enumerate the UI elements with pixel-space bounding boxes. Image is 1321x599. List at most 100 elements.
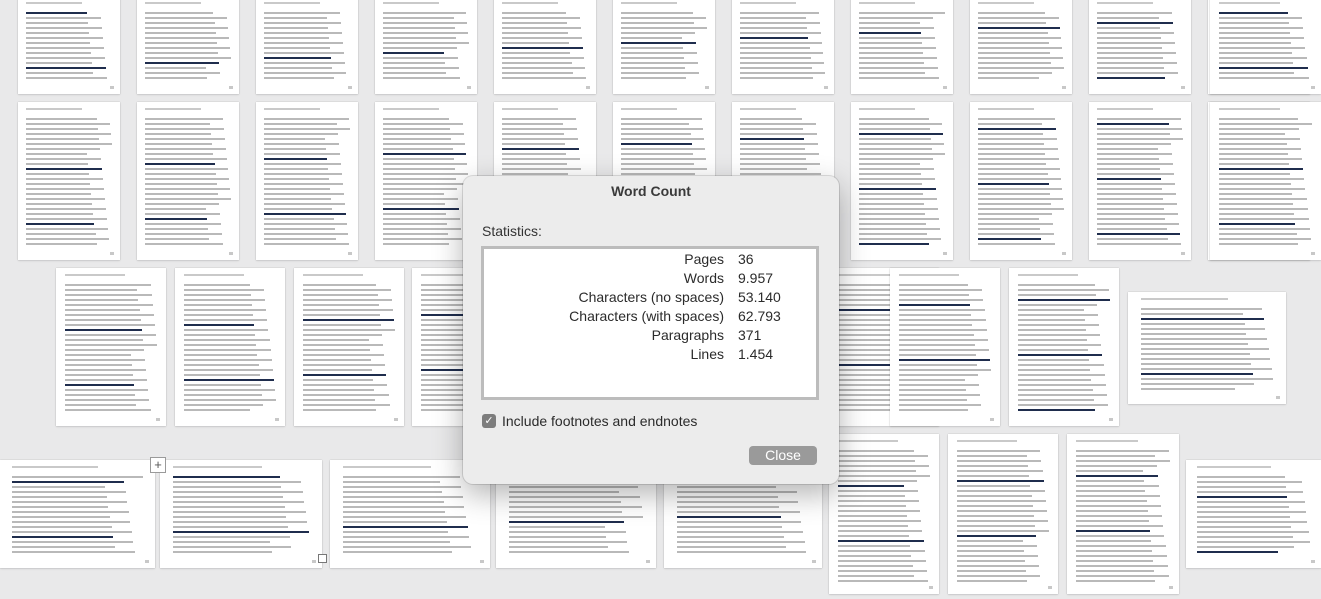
page-thumbnail[interactable] bbox=[256, 0, 358, 94]
text-line bbox=[145, 57, 231, 59]
page-number bbox=[1048, 586, 1052, 589]
page-thumbnail[interactable] bbox=[0, 460, 155, 568]
text-line bbox=[383, 223, 448, 225]
page-number bbox=[348, 252, 352, 255]
text-line bbox=[12, 551, 135, 553]
page-thumbnail[interactable] bbox=[970, 0, 1072, 94]
checkmark-icon[interactable]: ✓ bbox=[482, 414, 496, 428]
add-icon[interactable]: + bbox=[150, 457, 166, 473]
text-line bbox=[1218, 158, 1303, 160]
text-line bbox=[621, 163, 694, 165]
text-line bbox=[264, 208, 333, 210]
text-line bbox=[740, 57, 811, 59]
page-thumbnail[interactable] bbox=[175, 268, 285, 426]
text-line bbox=[956, 565, 1040, 567]
page-thumbnail[interactable] bbox=[137, 0, 239, 94]
page-thumbnail[interactable] bbox=[18, 0, 120, 94]
page-thumbnail[interactable] bbox=[890, 268, 1000, 426]
text-line bbox=[859, 37, 935, 39]
text-line bbox=[978, 153, 1046, 155]
page-thumbnail[interactable] bbox=[732, 0, 834, 94]
text-line bbox=[383, 22, 467, 24]
text-line bbox=[978, 123, 1043, 125]
resize-handle[interactable] bbox=[318, 554, 327, 563]
text-line bbox=[145, 218, 208, 220]
text-line bbox=[1075, 455, 1156, 457]
text-line bbox=[956, 510, 1047, 512]
page-thumbnail[interactable] bbox=[1009, 268, 1119, 426]
page-thumbnail[interactable] bbox=[494, 0, 596, 94]
text-line bbox=[502, 62, 572, 64]
page-thumbnail[interactable] bbox=[56, 268, 166, 426]
page-thumbnail[interactable] bbox=[137, 102, 239, 260]
text-line bbox=[859, 213, 926, 215]
text-line bbox=[264, 178, 330, 180]
page-thumbnail[interactable] bbox=[375, 102, 477, 260]
include-footnotes-label[interactable]: Include footnotes and endnotes bbox=[502, 413, 697, 429]
text-line bbox=[1218, 12, 1288, 14]
text-line bbox=[978, 203, 1051, 205]
page-thumbnail[interactable] bbox=[256, 102, 358, 260]
text-line bbox=[621, 62, 698, 64]
page-thumbnail[interactable] bbox=[1128, 292, 1286, 404]
page-header-line bbox=[502, 108, 559, 110]
text-line bbox=[502, 42, 570, 44]
text-line bbox=[1017, 294, 1096, 296]
text-line bbox=[898, 349, 989, 351]
text-line bbox=[1140, 348, 1269, 350]
page-thumbnail[interactable] bbox=[18, 102, 120, 260]
text-line bbox=[978, 243, 1055, 245]
text-line bbox=[621, 173, 695, 175]
text-line bbox=[621, 153, 693, 155]
page-thumbnail[interactable] bbox=[1210, 102, 1321, 260]
text-line bbox=[145, 238, 210, 240]
text-line bbox=[859, 173, 922, 175]
page-thumbnail[interactable] bbox=[851, 102, 953, 260]
text-line bbox=[502, 17, 580, 19]
text-line bbox=[383, 143, 465, 145]
page-number bbox=[229, 86, 233, 89]
page-header-line bbox=[26, 108, 83, 110]
text-line bbox=[264, 163, 341, 165]
text-line bbox=[1097, 148, 1159, 150]
text-line bbox=[859, 72, 926, 74]
text-line bbox=[621, 12, 693, 14]
page-header-line bbox=[1218, 2, 1280, 4]
text-line bbox=[956, 525, 1035, 527]
text-line bbox=[26, 168, 102, 170]
page-thumbnail[interactable] bbox=[851, 0, 953, 94]
text-line bbox=[956, 520, 1049, 522]
page-thumbnail[interactable] bbox=[1210, 0, 1321, 94]
page-thumbnail[interactable] bbox=[375, 0, 477, 94]
text-line bbox=[898, 329, 987, 331]
text-line bbox=[1017, 309, 1084, 311]
page-thumbnail[interactable] bbox=[1067, 434, 1179, 594]
page-number bbox=[156, 418, 160, 421]
text-line bbox=[837, 465, 930, 467]
text-line bbox=[145, 67, 207, 69]
page-thumbnail[interactable] bbox=[294, 268, 404, 426]
page-number bbox=[1109, 418, 1113, 421]
text-line bbox=[859, 243, 929, 245]
text-line bbox=[64, 284, 151, 286]
page-thumbnail[interactable] bbox=[1089, 102, 1191, 260]
page-thumbnail[interactable] bbox=[1186, 460, 1321, 568]
page-thumbnail[interactable] bbox=[613, 0, 715, 94]
text-line bbox=[676, 531, 804, 533]
page-thumbnail[interactable] bbox=[1089, 0, 1191, 94]
text-line bbox=[1140, 308, 1263, 310]
close-button[interactable]: Close bbox=[749, 446, 817, 465]
text-line bbox=[183, 294, 251, 296]
page-thumbnail[interactable] bbox=[970, 102, 1072, 260]
page-thumbnail[interactable] bbox=[160, 460, 322, 568]
page-header-line bbox=[502, 2, 559, 4]
text-line bbox=[859, 32, 922, 34]
text-line bbox=[740, 17, 807, 19]
text-line bbox=[978, 198, 1063, 200]
text-line bbox=[859, 178, 935, 180]
text-line bbox=[1196, 541, 1311, 543]
page-thumbnail[interactable] bbox=[948, 434, 1058, 594]
page-thumbnail[interactable] bbox=[829, 434, 939, 594]
text-line bbox=[956, 555, 1039, 557]
text-line bbox=[64, 364, 132, 366]
